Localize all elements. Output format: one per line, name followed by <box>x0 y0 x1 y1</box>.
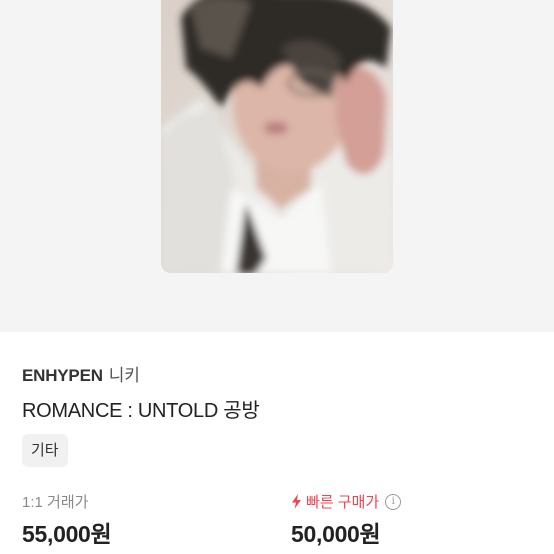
product-title: ROMANCE : UNTOLD 공방 <box>22 400 260 422</box>
trade-price-label: 1:1 거래가 <box>22 494 89 511</box>
info-icon[interactable]: i <box>385 493 402 510</box>
trade-price: 55,000원 <box>22 521 112 547</box>
brand-name[interactable]: ENHYPEN <box>22 366 103 385</box>
fast-price-label-group: 빠른 구매가 i <box>291 491 402 512</box>
product-image-area <box>0 0 554 332</box>
artist-line: ENHYPEN 니키 <box>22 361 140 386</box>
category-chip[interactable]: 기타 <box>22 434 68 467</box>
member-name[interactable]: 니키 <box>109 366 140 385</box>
fast-price-label: 빠른 구매가 <box>306 494 380 511</box>
photocard-image[interactable] <box>161 0 393 273</box>
lightning-icon <box>292 494 301 509</box>
fast-price: 50,000원 <box>291 521 381 547</box>
